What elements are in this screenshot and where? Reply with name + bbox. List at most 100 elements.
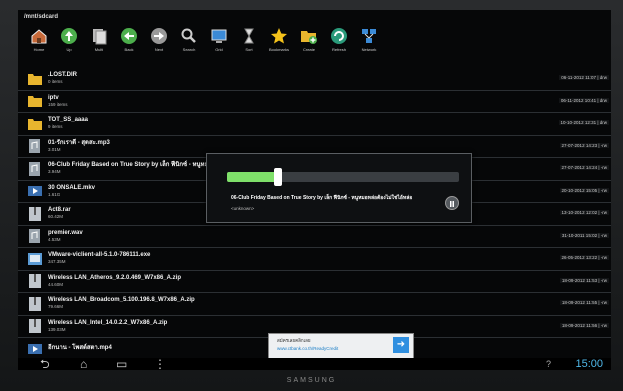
video-file-icon — [28, 186, 42, 197]
pause-icon — [450, 201, 454, 207]
progress-slider[interactable] — [227, 168, 459, 186]
file-info: 3.01M — [48, 146, 61, 152]
archive-file-icon — [29, 274, 41, 289]
list-item[interactable]: VMware-viclient-all-5.1.0-786111.exe 347.… — [18, 248, 611, 271]
file-info: 0 items — [48, 79, 63, 85]
archive-file-icon — [29, 319, 41, 334]
file-name: Wireless LAN_Atheros_9.2.0.469_W7x86_A.z… — [48, 274, 182, 281]
list-item[interactable]: iptv 159 items 06-11-2012 10:41 | drw — [18, 91, 611, 113]
sort-icon — [239, 26, 259, 46]
file-name: TOT_SS_aaaa — [48, 117, 88, 124]
list-item[interactable]: .LOST.DIR 0 items 06-11-2012 11:07 | drw — [18, 68, 611, 91]
list-item[interactable]: TOT_SS_aaaa 9 items 10-10-2012 12:31 | dr… — [18, 113, 611, 136]
dialog-title: 06-Club Friday Based on True Story by เล… — [231, 195, 413, 201]
refresh-icon — [329, 26, 349, 46]
file-name: iptv — [48, 94, 59, 101]
file-name: VMware-viclient-all-5.1.0-786111.exe — [48, 252, 151, 259]
toolbar-label: Network — [361, 47, 377, 52]
signal-icon: ? — [545, 359, 551, 369]
toolbar-label: Up — [66, 47, 72, 52]
back-icon[interactable]: ⮌ — [40, 358, 50, 370]
toolbar-search-button[interactable]: Search — [176, 26, 202, 66]
folder-icon — [28, 96, 42, 108]
file-name: Act8.rar — [48, 207, 71, 214]
brand-logo: SAMSUNG — [286, 377, 337, 384]
toolbar-home-button[interactable]: Home — [26, 26, 52, 66]
toolbar-sort-button[interactable]: Sort — [236, 26, 262, 66]
ad-headline: สมัครเลยคลิกเลย — [277, 338, 311, 343]
file-date: 26-05-2012 13:22 | -rw — [559, 255, 609, 260]
file-date: 10-10-2012 12:31 | drw — [558, 120, 609, 125]
toolbar-label: Create — [302, 47, 315, 52]
file-date: 18-09-2012 11:55 | -rw — [559, 300, 609, 305]
toolbar-grid-button[interactable]: Grid — [206, 26, 232, 66]
file-date: 18-09-2012 11:56 | -rw — [559, 322, 609, 328]
file-date: 18-09-2012 11:53 | -rw — [559, 277, 609, 283]
archive-file-icon — [29, 206, 41, 221]
file-name: Wireless LAN_Intel_14.0.2.2_W7x86_A.zip — [48, 319, 168, 326]
audio-file-icon — [29, 161, 40, 176]
toolbar-refresh-button[interactable]: Refresh — [326, 26, 352, 66]
file-date: 20-10-2012 15:05 | -rw — [559, 187, 609, 193]
pause-button[interactable] — [445, 196, 459, 210]
next-arrow-icon — [149, 26, 169, 46]
toolbar-bookmarks-button[interactable]: Bookmarks — [266, 26, 292, 66]
folder-icon — [28, 118, 42, 130]
toolbar-label: Sort — [245, 47, 253, 52]
toolbar-back-button[interactable]: Back — [116, 26, 142, 66]
file-date: 27-07-2012 14:24 | -rw — [559, 165, 609, 170]
star-icon — [269, 26, 289, 46]
audio-file-icon — [29, 229, 40, 244]
toolbar-label: Bookmarks — [268, 47, 289, 52]
toolbar-next-button[interactable]: Next — [146, 26, 172, 66]
ad-banner[interactable]: สมัครเลยคลิกเลย www.ctbank.co.th/ReadyCr… — [268, 333, 414, 359]
dialog-subtitle: <unknown> — [231, 206, 255, 211]
file-info: 44.60M — [48, 281, 64, 287]
toolbar-label: Back — [124, 47, 134, 52]
back-arrow-icon — [119, 26, 139, 46]
ad-url: www.ctbank.co.th/ReadyCredit — [277, 346, 339, 351]
list-item[interactable]: premier.wav 4.53M 31-10-2011 15:02 | -rw — [18, 226, 611, 248]
recent-apps-icon[interactable]: ▭ — [116, 358, 127, 370]
progress-fill — [227, 172, 279, 182]
ad-arrow-icon[interactable]: ➜ — [393, 337, 409, 353]
toolbar-label: Home — [33, 47, 45, 52]
file-name: Wireless LAN_Broadcom_5.100.196.8_W7x86_… — [48, 297, 195, 304]
toolbar-create-button[interactable]: Create — [296, 26, 322, 66]
current-path: /mnt/sdcard — [24, 14, 59, 20]
toolbar-label: Grid — [215, 47, 223, 52]
file-info: 79.66M — [48, 304, 64, 310]
audio-file-icon — [29, 139, 40, 154]
file-name: .LOST.DIR — [48, 72, 78, 79]
file-name: อีกนาน - โพสต์สตา.mp4 — [48, 345, 112, 352]
list-item[interactable]: Wireless LAN_Atheros_9.2.0.469_W7x86_A.z… — [18, 271, 611, 293]
menu-icon[interactable]: ⋮ — [154, 358, 166, 370]
file-date: 06-11-2012 10:41 | drw — [558, 97, 609, 103]
list-item[interactable]: Wireless LAN_Broadcom_5.100.196.8_W7x86_… — [18, 293, 611, 316]
exe-file-icon — [28, 252, 42, 265]
network-icon — [359, 26, 379, 46]
file-info: 1.61G — [48, 191, 61, 197]
search-icon — [179, 26, 199, 46]
file-date: 27-07-2012 14:23 | -rw — [559, 142, 609, 148]
file-name: 30 ONSALE.mkv — [48, 184, 96, 191]
toolbar-label: Refresh — [331, 47, 346, 52]
status-clock[interactable]: 15:00 — [575, 358, 603, 370]
toolbar-network-button[interactable]: Network — [356, 26, 382, 66]
file-info: 159 items — [48, 101, 68, 107]
toolbar-up-button[interactable]: Up — [56, 26, 82, 66]
home-nav-icon[interactable]: ⌂ — [80, 358, 87, 370]
file-info: 60.42M — [48, 214, 64, 220]
toolbar-multi-button[interactable]: Multi — [86, 26, 112, 66]
toolbar-label: Next — [154, 47, 164, 52]
screen: /mnt/sdcard Home Up Multi Back Next Sear… — [18, 10, 611, 370]
toolbar: Home Up Multi Back Next Search Grid Sort… — [26, 26, 382, 66]
file-name: 01-รักเราดี - สุดสะ.mp3 — [48, 139, 110, 146]
up-arrow-icon — [59, 26, 79, 46]
progress-knob[interactable] — [274, 168, 283, 186]
file-info: 139.03M — [48, 326, 66, 332]
file-date: 06-11-2012 11:07 | drw — [559, 75, 609, 80]
grid-icon — [209, 26, 229, 46]
home-icon — [29, 26, 49, 46]
file-info: 347.35M — [48, 259, 66, 265]
